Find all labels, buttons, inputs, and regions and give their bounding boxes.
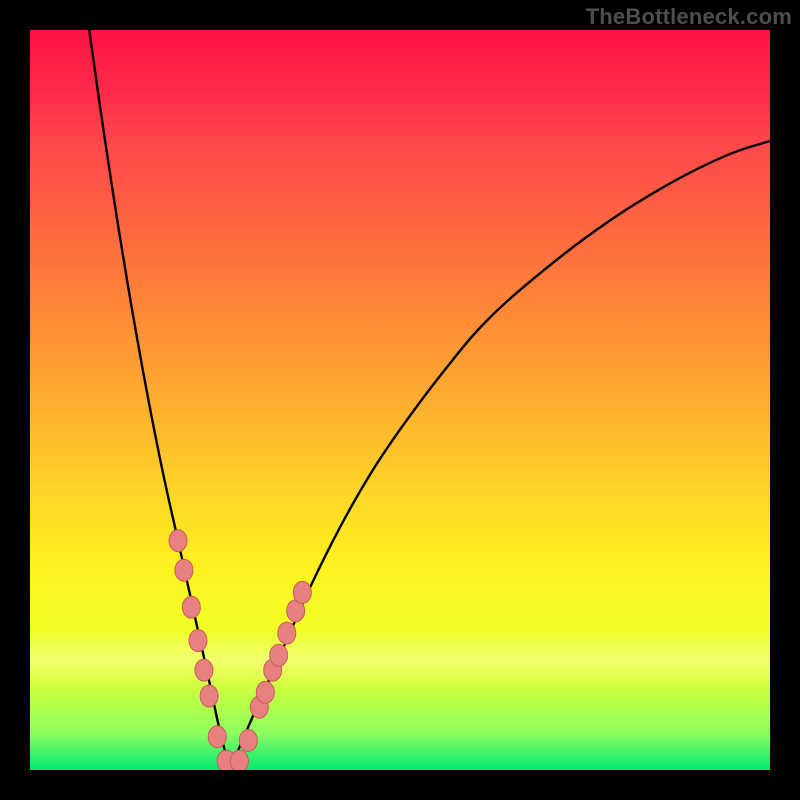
data-marker	[189, 630, 207, 652]
curve-left-branch	[89, 30, 230, 770]
data-marker	[230, 750, 248, 770]
data-marker	[175, 559, 193, 581]
data-marker	[270, 644, 288, 666]
watermark-text: TheBottleneck.com	[586, 4, 792, 30]
data-marker	[208, 726, 226, 748]
data-marker	[195, 659, 213, 681]
data-marker	[278, 622, 296, 644]
curve-group	[89, 30, 770, 770]
data-marker	[293, 581, 311, 603]
chart-svg	[30, 30, 770, 770]
data-marker	[239, 729, 257, 751]
data-marker	[169, 530, 187, 552]
data-marker	[182, 596, 200, 618]
chart-frame: TheBottleneck.com	[0, 0, 800, 800]
plot-area	[30, 30, 770, 770]
data-marker	[256, 681, 274, 703]
curve-right-branch	[230, 141, 770, 770]
data-marker	[200, 685, 218, 707]
marker-group	[169, 530, 311, 770]
